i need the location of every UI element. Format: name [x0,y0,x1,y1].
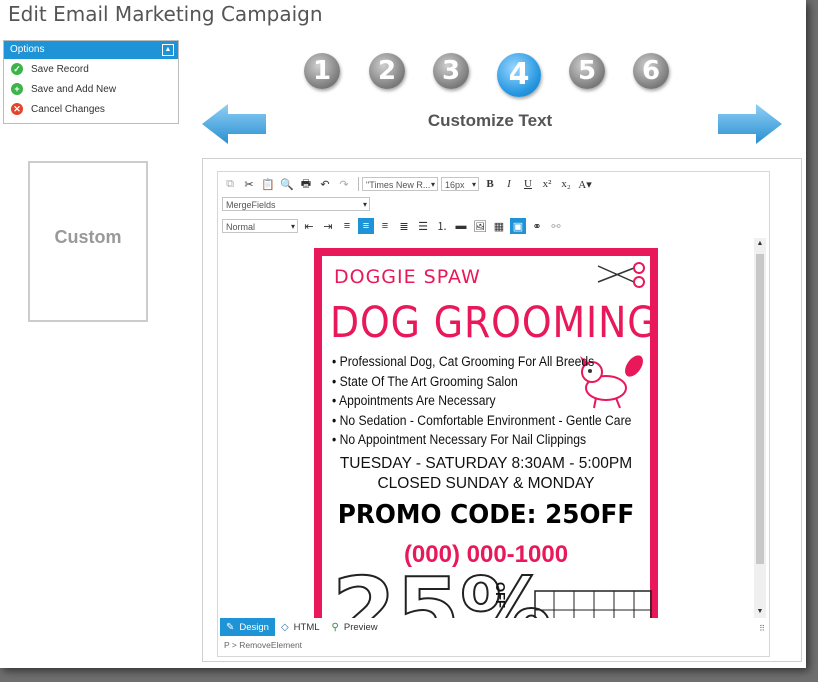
flyer-bullet: No Appointment Necessary For Nail Clippi… [332,432,631,452]
editor-frame: ⧉ ✂ 📋 🔍 🖶 ↶ ↷ "Times New R... 16px B I U… [202,158,802,662]
scroll-down-icon[interactable]: ▼ [754,606,766,618]
justify-icon[interactable]: ≣ [396,218,412,234]
flyer-bullet-list: Professional Dog, Cat Grooming For All B… [332,354,665,452]
collapse-icon[interactable]: ▲ [162,44,174,56]
subscript-icon[interactable]: x₂ [558,176,574,192]
undo-icon[interactable]: ↶ [317,176,333,192]
flyer-off: OFF [493,582,508,608]
flyer-hours-open: TUESDAY - SATURDAY 8:30AM - 5:00PM [339,455,633,472]
options-header: Options ▲ [4,41,178,59]
numbered-list-icon[interactable]: ⒈ [434,218,450,234]
toolbar-row-3: Normal ⇤ ⇥ ≡ ≡ ≡ ≣ ☰ ⒈ ▬ 🖼 ▦ ▣ ⚭ ⚯ [222,216,567,236]
editor-scrollbar[interactable]: ▲ ▼ [754,238,766,618]
flyer-brand: DOGGIE SPAW [334,266,481,288]
toolbar-row-2: MergeFields [222,194,373,214]
print-icon[interactable]: 🖶 [298,176,314,192]
previous-arrow-icon[interactable] [202,104,266,144]
flyer-bullet: No Sedation - Comfortable Environment - … [332,413,632,433]
flyer-hours-closed: CLOSED SUNDAY & MONDAY [377,475,595,492]
insert-table-icon[interactable]: ▦ [491,218,507,234]
unlink-icon[interactable]: ⚯ [548,218,564,234]
toolbar-row-1: ⧉ ✂ 📋 🔍 🖶 ↶ ↷ "Times New R... 16px B I U… [222,174,596,194]
check-circle-icon: ✓ [11,63,23,75]
paragraph-style-select[interactable]: Normal [222,219,298,234]
step-3[interactable]: 3 [433,53,469,89]
plus-circle-icon: + [11,83,23,95]
template-thumbnail-label: Custom [54,227,122,247]
redo-icon[interactable]: ↷ [336,176,352,192]
app-window: Edit Email Marketing Campaign Options ▲ … [0,0,806,668]
scroll-up-icon[interactable]: ▲ [754,238,766,250]
flyer-bullet: State Of The Art Grooming Salon [332,374,631,394]
step-4[interactable]: 4 [497,53,541,97]
flyer-headline: DOG GROOMING [330,298,658,348]
save-record-label: Save Record [31,63,89,75]
cancel-changes-label: Cancel Changes [31,103,105,115]
tab-html-label: HTML [293,621,320,633]
merge-fields-select[interactable]: MergeFields [222,197,370,212]
tab-html[interactable]: ◇ HTML [275,618,326,636]
underline-icon[interactable]: U [520,176,536,192]
next-arrow-icon[interactable] [718,104,782,144]
wizard-steps: 1 2 3 4 5 6 [300,48,680,98]
editor-mode-tabs: ✎ Design ◇ HTML ⚲ Preview [220,618,766,636]
cancel-changes-button[interactable]: ✕ Cancel Changes [4,99,178,119]
tab-design[interactable]: ✎ Design [220,618,275,636]
options-panel: Options ▲ ✓ Save Record + Save and Add N… [3,40,179,124]
save-and-add-new-button[interactable]: + Save and Add New [4,79,178,99]
step-5[interactable]: 5 [569,53,605,89]
bullet-list-icon[interactable]: ☰ [415,218,431,234]
insert-image-icon[interactable]: 🖼 [472,218,488,234]
code-icon: ◇ [280,621,289,633]
flyer-discount: 25% [331,558,553,619]
magnifier-icon: ⚲ [331,621,339,633]
align-right-icon[interactable]: ≡ [377,218,393,234]
bold-icon[interactable]: B [482,176,498,192]
pencil-icon: ✎ [226,621,235,633]
step-title: Customize Text [427,111,553,130]
superscript-icon[interactable]: x² [539,176,555,192]
save-and-add-new-label: Save and Add New [31,83,117,95]
font-size-select[interactable]: 16px [441,177,479,192]
flyer-promo-code: PROMO CODE: 25OFF [337,500,635,530]
link-icon[interactable]: ⚭ [529,218,545,234]
step-2[interactable]: 2 [369,53,405,89]
find-icon[interactable]: 🔍 [279,176,295,192]
flyer-punch-card [534,590,652,618]
step-6[interactable]: 6 [633,53,669,89]
align-left-icon[interactable]: ≡ [339,218,355,234]
tab-preview-label: Preview [343,621,378,633]
toolbar-separator [358,177,359,191]
italic-icon[interactable]: I [501,176,517,192]
template-thumbnail[interactable]: Custom [28,161,148,322]
indent-icon[interactable]: ⇥ [320,218,336,234]
image-manager-icon[interactable]: ▣ [510,218,526,234]
align-center-icon[interactable]: ≡ [358,218,374,234]
resize-grip-icon[interactable]: ⠿ [759,624,765,633]
flyer-bullet: Professional Dog, Cat Grooming For All B… [332,354,631,374]
tab-preview[interactable]: ⚲ Preview [326,618,384,636]
x-circle-icon: ✕ [11,103,23,115]
element-path: P > RemoveElement [224,640,303,650]
cut-icon[interactable]: ✂ [241,176,257,192]
step-1[interactable]: 1 [304,53,340,89]
flyer-image: DOGGIE SPAW DOG GROOMING • Professional … [314,248,658,618]
scroll-thumb[interactable] [756,254,764,564]
outdent-icon[interactable]: ⇤ [301,218,317,234]
tab-design-label: Design [239,621,269,633]
font-color-icon[interactable]: A▾ [577,176,593,192]
rich-text-editor: ⧉ ✂ 📋 🔍 🖶 ↶ ↷ "Times New R... 16px B I U… [217,171,770,657]
options-header-label: Options [10,44,45,55]
copy-icon[interactable]: ⧉ [222,176,238,192]
paste-icon[interactable]: 📋 [260,176,276,192]
flyer-bullet: Appointments Are Necessary [332,393,631,413]
page-title: Edit Email Marketing Campaign [8,2,323,26]
font-name-select[interactable]: "Times New R... [362,177,438,192]
editor-content-area[interactable]: DOGGIE SPAW DOG GROOMING • Professional … [220,238,754,618]
save-record-button[interactable]: ✓ Save Record [4,59,178,79]
horizontal-rule-icon[interactable]: ▬ [453,218,469,234]
flyer-hours: TUESDAY - SATURDAY 8:30AM - 5:00PM CLOSE… [322,454,650,494]
scissors-icon [597,262,645,288]
